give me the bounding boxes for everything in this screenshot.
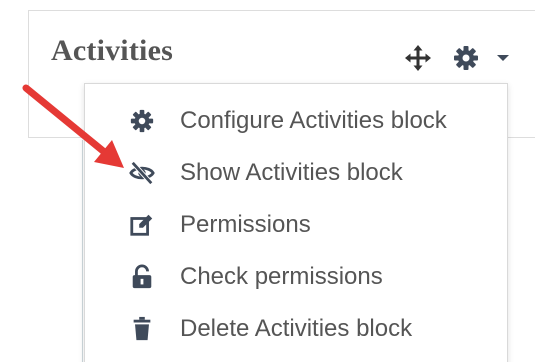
block-title: Activities: [51, 34, 173, 67]
menu-item-label: Delete Activities block: [180, 315, 413, 342]
menu-item-label: Check permissions: [180, 263, 383, 290]
page-edge-line: [82, 140, 83, 362]
menu-item-check-permissions[interactable]: Check permissions: [85, 252, 507, 300]
block-actions-button[interactable]: [452, 44, 512, 72]
menu-item-label: Configure Activities block: [180, 107, 447, 134]
gear-icon: [130, 109, 154, 133]
move-arrows-icon[interactable]: [404, 44, 432, 72]
menu-item-show-block[interactable]: Show Activities block: [85, 148, 507, 196]
menu-item-delete-block[interactable]: Delete Activities block: [85, 304, 507, 352]
gear-icon: [454, 46, 478, 70]
screenshot-stage: Activities Configure Activities block Sh…: [0, 0, 536, 362]
menu-item-configure-block[interactable]: Configure Activities block: [85, 96, 507, 144]
edit-square-icon: [130, 214, 153, 236]
menu-item-permissions[interactable]: Permissions: [85, 200, 507, 248]
unlock-icon: [132, 264, 152, 289]
trash-icon: [133, 316, 151, 341]
eye-slash-icon: [129, 161, 155, 185]
caret-down-icon: [497, 55, 509, 61]
block-actions-menu: Configure Activities block Show Activiti…: [84, 83, 508, 362]
menu-item-label: Show Activities block: [180, 159, 403, 186]
menu-item-label: Permissions: [180, 211, 311, 238]
